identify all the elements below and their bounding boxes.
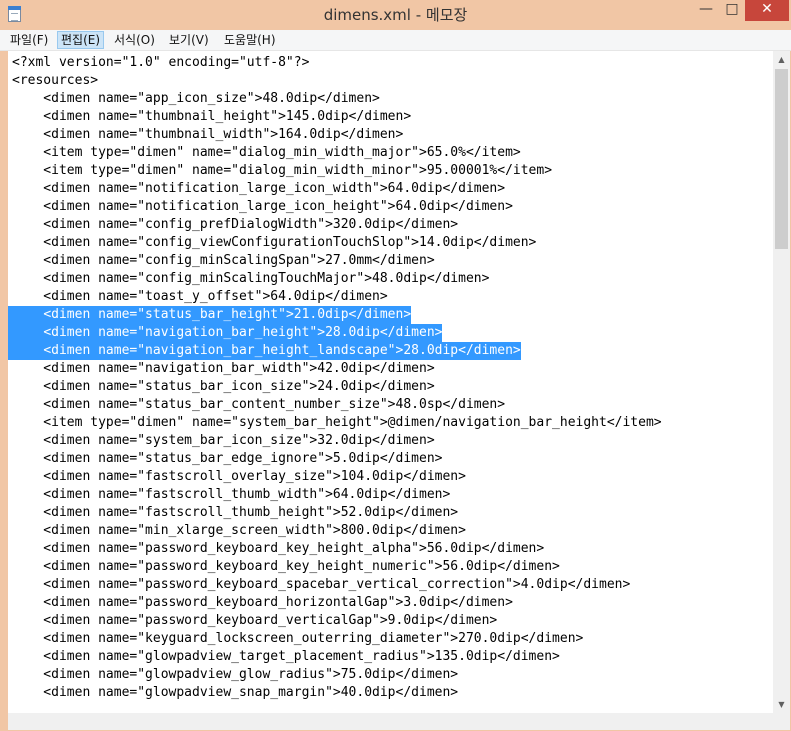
menu-edit[interactable]: 편집(E) <box>57 31 105 49</box>
text-editor[interactable]: <?xml version="1.0" encoding="utf-8"?> <r… <box>8 51 790 730</box>
menu-help[interactable]: 도움말(H) <box>221 31 279 49</box>
text-line[interactable]: <dimen name="notification_large_icon_wid… <box>12 180 662 198</box>
text-line[interactable]: <dimen name="toast_y_offset">64.0dip</di… <box>12 288 662 306</box>
text-line[interactable]: <dimen name="keyguard_lockscreen_outerri… <box>12 630 662 648</box>
text-line[interactable]: <dimen name="glowpadview_target_placemen… <box>12 648 662 666</box>
text-line[interactable]: <resources> <box>12 72 662 90</box>
text-line[interactable]: <dimen name="min_xlarge_screen_width">80… <box>12 522 662 540</box>
text-line[interactable]: <dimen name="password_keyboard_spacebar_… <box>12 576 662 594</box>
menu-format[interactable]: 서식(O) <box>111 31 158 49</box>
resize-grip[interactable] <box>773 713 790 730</box>
text-line[interactable]: <dimen name="config_minScalingTouchMajor… <box>12 270 662 288</box>
text-line[interactable]: <dimen name="config_minScalingSpan">27.0… <box>12 252 662 270</box>
text-line[interactable]: <dimen name="password_keyboard_verticalG… <box>12 612 662 630</box>
text-line[interactable]: <dimen name="config_viewConfigurationTou… <box>12 234 662 252</box>
minimize-button[interactable]: — <box>693 0 719 21</box>
text-line[interactable]: <dimen name="system_bar_icon_size">32.0d… <box>12 432 662 450</box>
text-line[interactable]: <dimen name="navigation_bar_height">28.0… <box>8 324 443 342</box>
scroll-thumb[interactable] <box>775 69 788 249</box>
notepad-window: dimens.xml - 메모장 — □ ✕ 파일(F) 편집(E) 서식(O)… <box>0 0 791 731</box>
selected-text[interactable]: <dimen name="navigation_bar_height_lands… <box>43 343 521 358</box>
text-line[interactable]: <dimen name="thumbnail_height">145.0dip<… <box>12 108 662 126</box>
text-line[interactable]: <dimen name="fastscroll_overlay_size">10… <box>12 468 662 486</box>
text-line[interactable]: <dimen name="status_bar_edge_ignore">5.0… <box>12 450 662 468</box>
selected-text[interactable]: <dimen name="status_bar_height">21.0dip<… <box>43 307 412 322</box>
text-line[interactable]: <dimen name="config_prefDialogWidth">320… <box>12 216 662 234</box>
text-line[interactable]: <dimen name="status_bar_height">21.0dip<… <box>8 306 412 324</box>
text-line[interactable]: <item type="dimen" name="dialog_min_widt… <box>12 162 662 180</box>
text-line[interactable]: <item type="dimen" name="system_bar_heig… <box>12 414 661 432</box>
text-line[interactable]: <dimen name="status_bar_content_number_s… <box>12 396 662 414</box>
text-line[interactable]: <dimen name="navigation_bar_width">42.0d… <box>12 360 662 378</box>
vertical-scrollbar[interactable]: ▲ ▼ <box>773 51 790 713</box>
text-line[interactable]: <dimen name="app_icon_size">48.0dip</dim… <box>12 90 662 108</box>
triangle-up-icon[interactable]: ▲ <box>773 51 790 68</box>
horizontal-scrollbar[interactable] <box>8 713 773 730</box>
text-line[interactable]: <dimen name="password_keyboard_horizonta… <box>12 594 662 612</box>
maximize-button[interactable]: □ <box>719 0 745 21</box>
text-line[interactable]: <dimen name="navigation_bar_height_lands… <box>8 342 521 360</box>
text-line[interactable]: <dimen name="thumbnail_width">164.0dip</… <box>12 126 662 144</box>
text-line[interactable]: <dimen name="status_bar_icon_size">24.0d… <box>12 378 662 396</box>
text-line[interactable]: <dimen name="glowpadview_glow_radius">75… <box>12 666 662 684</box>
editor-text[interactable]: <?xml version="1.0" encoding="utf-8"?> <r… <box>8 54 662 702</box>
menu-file[interactable]: 파일(F) <box>7 31 51 49</box>
text-line[interactable]: <dimen name="fastscroll_thumb_width">64.… <box>12 486 662 504</box>
menu-view[interactable]: 보기(V) <box>166 31 212 49</box>
text-line[interactable]: <dimen name="fastscroll_thumb_height">52… <box>12 504 662 522</box>
triangle-down-icon[interactable]: ▼ <box>773 696 790 713</box>
text-line[interactable]: <dimen name="notification_large_icon_hei… <box>12 198 662 216</box>
text-line[interactable]: <dimen name="password_keyboard_key_heigh… <box>12 540 662 558</box>
window-title: dimens.xml - 메모장 <box>323 6 468 24</box>
selected-text[interactable]: <dimen name="navigation_bar_height">28.0… <box>43 325 443 340</box>
text-line[interactable]: <?xml version="1.0" encoding="utf-8"?> <box>12 54 662 72</box>
text-line[interactable]: <dimen name="glowpadview_snap_margin">40… <box>12 684 662 702</box>
close-button[interactable]: ✕ <box>745 0 789 21</box>
title-bar[interactable]: dimens.xml - 메모장 — □ ✕ <box>0 0 791 30</box>
text-line[interactable]: <item type="dimen" name="dialog_min_widt… <box>12 144 662 162</box>
menu-bar: 파일(F) 편집(E) 서식(O) 보기(V) 도움말(H) <box>0 30 791 51</box>
text-line[interactable]: <dimen name="password_keyboard_key_heigh… <box>12 558 662 576</box>
